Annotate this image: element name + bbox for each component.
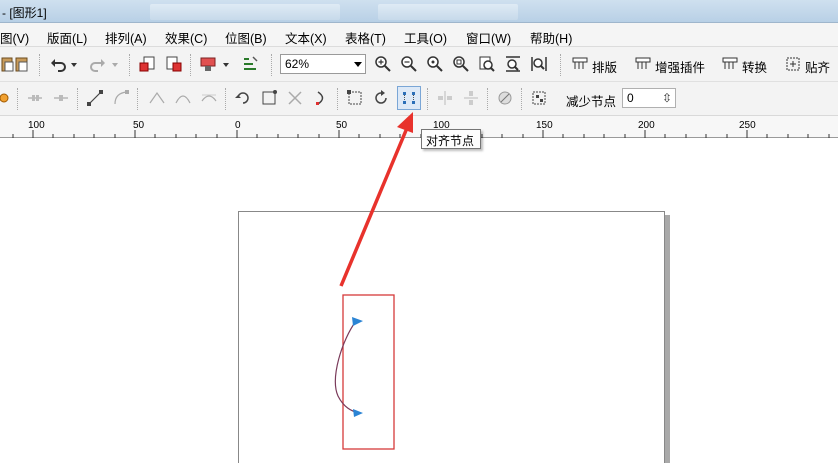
layout-plugin-icon[interactable] bbox=[570, 54, 590, 74]
reduce-nodes-label: 减少节点 bbox=[566, 95, 617, 109]
toolbar-separator bbox=[190, 54, 191, 76]
auto-close-icon[interactable] bbox=[311, 88, 331, 108]
toolbar-separator bbox=[337, 88, 338, 110]
menu-bar: 图(V) 版面(L) 排列(A) 效果(C) 位图(B) 文本(X) 表格(T)… bbox=[0, 23, 838, 47]
import-icon[interactable] bbox=[137, 54, 157, 74]
window-title: - [图形1] bbox=[2, 6, 47, 20]
ruler-label: 0 bbox=[235, 120, 241, 131]
reverse-direction-icon[interactable] bbox=[233, 88, 253, 108]
stretch-nodes-icon[interactable] bbox=[345, 88, 365, 108]
to-line-icon[interactable] bbox=[85, 88, 105, 108]
elastic-mode-icon[interactable] bbox=[495, 88, 515, 108]
toolbar-separator bbox=[77, 88, 78, 110]
menu-bitmaps[interactable]: 位图(B) bbox=[225, 28, 267, 47]
toolbar-separator bbox=[560, 54, 561, 76]
extend-close-icon[interactable] bbox=[259, 88, 279, 108]
toolbar-separator bbox=[129, 54, 130, 76]
redo-icon[interactable] bbox=[88, 54, 108, 74]
zoom-level-combo[interactable]: 62% bbox=[280, 54, 366, 74]
title-bar-tab-ghost bbox=[378, 4, 518, 20]
menu-tools[interactable]: 工具(O) bbox=[404, 28, 447, 47]
snap-to-icon[interactable] bbox=[783, 54, 803, 74]
menu-effects[interactable]: 效果(C) bbox=[165, 28, 207, 47]
toolbar-separator bbox=[487, 88, 488, 110]
toolbar-separator bbox=[17, 88, 18, 110]
zoom-to-page-width-icon[interactable] bbox=[503, 54, 523, 74]
ruler-label: 150 bbox=[536, 120, 553, 131]
zoom-to-all-objects-icon[interactable] bbox=[451, 54, 471, 74]
enhance-plugin-icon[interactable] bbox=[633, 54, 653, 74]
symmetric-node-icon[interactable] bbox=[199, 88, 219, 108]
zoom-to-selected-icon[interactable] bbox=[425, 54, 445, 74]
toolbar-separator bbox=[271, 54, 272, 76]
undo-dropdown-icon[interactable] bbox=[68, 54, 80, 74]
menu-view[interactable]: 图(V) bbox=[0, 28, 29, 47]
ruler-label: 50 bbox=[336, 120, 348, 131]
ruler-label: 100 bbox=[28, 120, 45, 131]
toolbar-separator bbox=[137, 88, 138, 110]
cusp-node-icon[interactable] bbox=[147, 88, 167, 108]
zoom-in-icon[interactable] bbox=[373, 54, 393, 74]
clipboard-icon[interactable] bbox=[12, 54, 32, 74]
join-nodes-icon[interactable] bbox=[51, 88, 71, 108]
publish-icon[interactable] bbox=[198, 54, 218, 74]
snap-to-label[interactable]: 贴齐 bbox=[805, 57, 830, 76]
document-page[interactable] bbox=[238, 211, 665, 463]
extract-subpath-icon[interactable] bbox=[285, 88, 305, 108]
ruler-ticks bbox=[12, 130, 830, 138]
convert-plugin-label[interactable]: 转换 bbox=[742, 57, 767, 76]
toolbar-separator bbox=[427, 88, 428, 110]
break-curve-icon[interactable] bbox=[25, 88, 45, 108]
reduce-nodes-input[interactable]: 0 ⇳ bbox=[622, 88, 676, 108]
ruler-label: 250 bbox=[739, 120, 756, 131]
smooth-node-icon[interactable] bbox=[173, 88, 193, 108]
mirror-vertical-icon[interactable] bbox=[461, 88, 481, 108]
zoom-out-icon[interactable] bbox=[399, 54, 419, 74]
toolbar-separator bbox=[521, 88, 522, 110]
layout-plugin-label[interactable]: 排版 bbox=[592, 57, 617, 76]
chevron-down-icon bbox=[354, 62, 362, 67]
enhance-plugin-label[interactable]: 增强插件 bbox=[655, 57, 705, 76]
zoom-level-value: 62% bbox=[285, 57, 310, 71]
undo-icon[interactable] bbox=[48, 54, 68, 74]
export-icon[interactable] bbox=[163, 54, 183, 74]
convert-plugin-icon[interactable] bbox=[720, 54, 740, 74]
menu-table[interactable]: 表格(T) bbox=[345, 28, 386, 47]
title-bar-tab-ghost bbox=[150, 4, 340, 20]
toolbar-separator bbox=[39, 54, 40, 76]
menu-window[interactable]: 窗口(W) bbox=[466, 28, 511, 47]
menu-arrange[interactable]: 排列(A) bbox=[105, 28, 147, 47]
ruler-label: 50 bbox=[133, 120, 145, 131]
publish-dropdown-icon[interactable] bbox=[220, 54, 232, 74]
align-nodes-icon[interactable] bbox=[399, 88, 419, 108]
mirror-horizontal-icon[interactable] bbox=[435, 88, 455, 108]
zoom-to-page-height-icon[interactable] bbox=[529, 54, 549, 74]
title-bar: - [图形1] bbox=[0, 0, 838, 23]
app-launcher-icon[interactable] bbox=[240, 54, 260, 74]
select-all-nodes-icon[interactable] bbox=[529, 88, 549, 108]
rotate-nodes-icon[interactable] bbox=[371, 88, 391, 108]
redo-dropdown-icon[interactable] bbox=[109, 54, 121, 74]
node-add-icon[interactable] bbox=[0, 88, 14, 108]
zoom-to-page-icon[interactable] bbox=[477, 54, 497, 74]
horizontal-ruler[interactable]: 100 50 0 50 100 150 200 250 bbox=[0, 116, 838, 138]
toolbar-separator bbox=[225, 88, 226, 110]
standard-toolbar bbox=[0, 47, 838, 82]
reduce-nodes-value: 0 bbox=[627, 91, 634, 105]
ruler-label: 200 bbox=[638, 120, 655, 131]
menu-text[interactable]: 文本(X) bbox=[285, 28, 327, 47]
to-curve-icon[interactable] bbox=[111, 88, 131, 108]
menu-help[interactable]: 帮助(H) bbox=[530, 28, 572, 47]
menu-layout[interactable]: 版面(L) bbox=[47, 28, 87, 47]
spinner-icon[interactable]: ⇳ bbox=[662, 91, 672, 105]
tooltip: 对齐节点 bbox=[421, 129, 481, 149]
